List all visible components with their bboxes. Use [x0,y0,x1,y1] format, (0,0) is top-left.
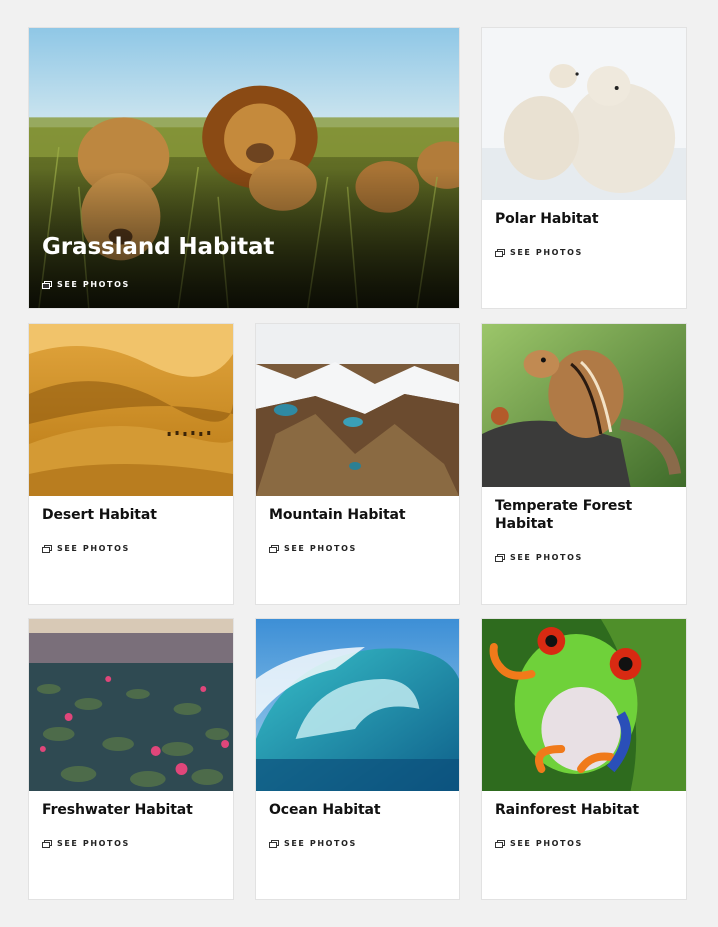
gallery-icon [269,544,279,553]
ocean-photo [256,619,459,791]
see-photos-label: SEE PHOTOS [284,839,357,848]
see-photos-label: SEE PHOTOS [510,839,583,848]
feature-title[interactable]: Grassland Habitat [42,233,447,261]
card-rainforest-habitat[interactable]: Rainforest Habitat SEE PHOTOS [481,618,687,900]
polar-photo [482,28,686,200]
see-photos-link[interactable]: SEE PHOTOS [42,839,130,848]
rainforest-photo [482,619,686,791]
see-photos-link[interactable]: SEE PHOTOS [42,280,130,289]
card-polar-habitat[interactable]: Polar Habitat SEE PHOTOS [481,27,687,309]
mountain-photo [256,324,459,496]
grassland-photo [29,28,459,308]
card-title[interactable]: Temperate Forest Habitat [495,497,674,533]
gallery-icon [495,839,505,848]
card-title[interactable]: Rainforest Habitat [495,801,674,819]
see-photos-link[interactable]: SEE PHOTOS [269,839,357,848]
gallery-icon [495,553,505,562]
card-title[interactable]: Mountain Habitat [269,506,447,524]
card-title[interactable]: Desert Habitat [42,506,221,524]
see-photos-link[interactable]: SEE PHOTOS [495,553,583,562]
gallery-icon [42,839,52,848]
see-photos-label: SEE PHOTOS [57,544,130,553]
see-photos-link[interactable]: SEE PHOTOS [269,544,357,553]
see-photos-link[interactable]: SEE PHOTOS [495,248,583,257]
see-photos-label: SEE PHOTOS [57,839,130,848]
card-title[interactable]: Polar Habitat [495,210,674,228]
gallery-icon [269,839,279,848]
freshwater-photo [29,619,233,791]
see-photos-link[interactable]: SEE PHOTOS [495,839,583,848]
card-mountain-habitat[interactable]: Mountain Habitat SEE PHOTOS [255,323,460,605]
card-grassland-habitat[interactable]: Grassland Habitat SEE PHOTOS [28,27,460,309]
card-desert-habitat[interactable]: Desert Habitat SEE PHOTOS [28,323,234,605]
see-photos-link[interactable]: SEE PHOTOS [42,544,130,553]
temperate-forest-photo [482,324,686,487]
card-ocean-habitat[interactable]: Ocean Habitat SEE PHOTOS [255,618,460,900]
gallery-icon [42,280,52,289]
gallery-icon [495,248,505,257]
see-photos-label: SEE PHOTOS [510,248,583,257]
card-title[interactable]: Ocean Habitat [269,801,447,819]
see-photos-label: SEE PHOTOS [510,553,583,562]
see-photos-label: SEE PHOTOS [284,544,357,553]
card-temperate-forest-habitat[interactable]: Temperate Forest Habitat SEE PHOTOS [481,323,687,605]
gallery-icon [42,544,52,553]
see-photos-label: SEE PHOTOS [57,280,130,289]
card-title[interactable]: Freshwater Habitat [42,801,221,819]
card-freshwater-habitat[interactable]: Freshwater Habitat SEE PHOTOS [28,618,234,900]
desert-photo [29,324,233,496]
